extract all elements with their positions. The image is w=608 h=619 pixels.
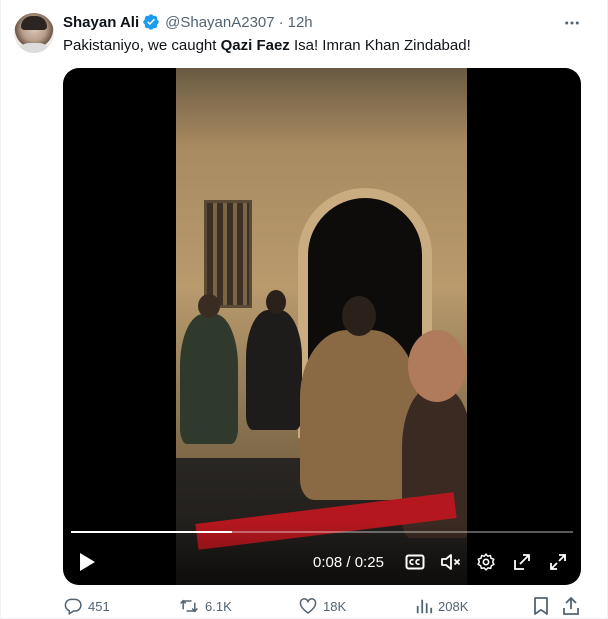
settings-icon[interactable] [474, 550, 498, 574]
play-icon[interactable] [77, 551, 97, 573]
views-count: 208K [438, 598, 469, 614]
video-progress-bar[interactable] [71, 531, 573, 533]
person-middle-head [266, 290, 286, 314]
pop-out-icon[interactable] [510, 550, 534, 574]
more-options-icon[interactable] [561, 12, 583, 34]
tweet-text-part-2: Isa! Imran Khan Zindabad! [289, 37, 471, 54]
video-current-time: 0:08 [313, 554, 343, 571]
avatar[interactable] [14, 13, 54, 53]
tweet-text-bold: Qazi Faez [220, 37, 290, 54]
avatar-shirt [17, 43, 51, 53]
bookmark-button[interactable] [532, 595, 550, 617]
repost-icon [180, 599, 198, 613]
person-left-head [198, 294, 220, 318]
tweet-timestamp[interactable]: 12h [288, 14, 313, 31]
reply-icon [64, 598, 82, 615]
tweet-header: Shayan Ali @ShayanA2307 · 12h [63, 12, 313, 32]
share-button[interactable] [562, 595, 580, 617]
author-handle[interactable]: @ShayanA2307 [165, 14, 274, 31]
reply-button[interactable]: 451 [63, 595, 110, 617]
video-duration: 0:25 [354, 554, 384, 571]
like-count: 18K [323, 598, 347, 614]
fullscreen-icon[interactable] [546, 550, 570, 574]
person-left [180, 314, 238, 444]
tweet-card[interactable]: Shayan Ali @ShayanA2307 · 12h Pakistaniy… [0, 0, 608, 619]
barred-window [204, 200, 252, 308]
video-time-separator: / [342, 554, 355, 571]
views-button[interactable]: 208K [415, 595, 468, 617]
like-button[interactable]: 18K [298, 595, 346, 617]
video-frame [176, 68, 467, 585]
video-player[interactable]: 0:08 / 0:25 [63, 68, 581, 585]
person-smiling-head [408, 330, 466, 402]
like-icon [299, 598, 317, 614]
mute-icon[interactable] [439, 550, 463, 574]
tweet-text: Pakistaniyo, we caught Qazi Faez Isa! Im… [63, 36, 471, 56]
header-separator: · [278, 13, 284, 31]
bookmark-icon [534, 597, 548, 615]
person-jacket [300, 330, 418, 500]
video-time: 0:08 / 0:25 [313, 554, 384, 571]
author-name[interactable]: Shayan Ali [63, 14, 139, 31]
repost-count: 6.1K [205, 598, 232, 614]
repost-button[interactable]: 6.1K [178, 595, 232, 617]
verified-badge-icon[interactable] [142, 13, 160, 31]
person-jacket-head [342, 296, 376, 336]
captions-icon[interactable] [403, 550, 427, 574]
avatar-hair [21, 16, 47, 30]
video-progress-fill [71, 531, 232, 533]
person-middle [246, 310, 302, 430]
reply-count: 451 [88, 598, 110, 614]
share-icon [563, 597, 579, 615]
tweet-text-part-1: Pakistaniyo, we caught [63, 37, 221, 54]
views-icon [416, 599, 433, 614]
tweet-actions: 451 6.1K 18K 208K [1, 595, 608, 617]
